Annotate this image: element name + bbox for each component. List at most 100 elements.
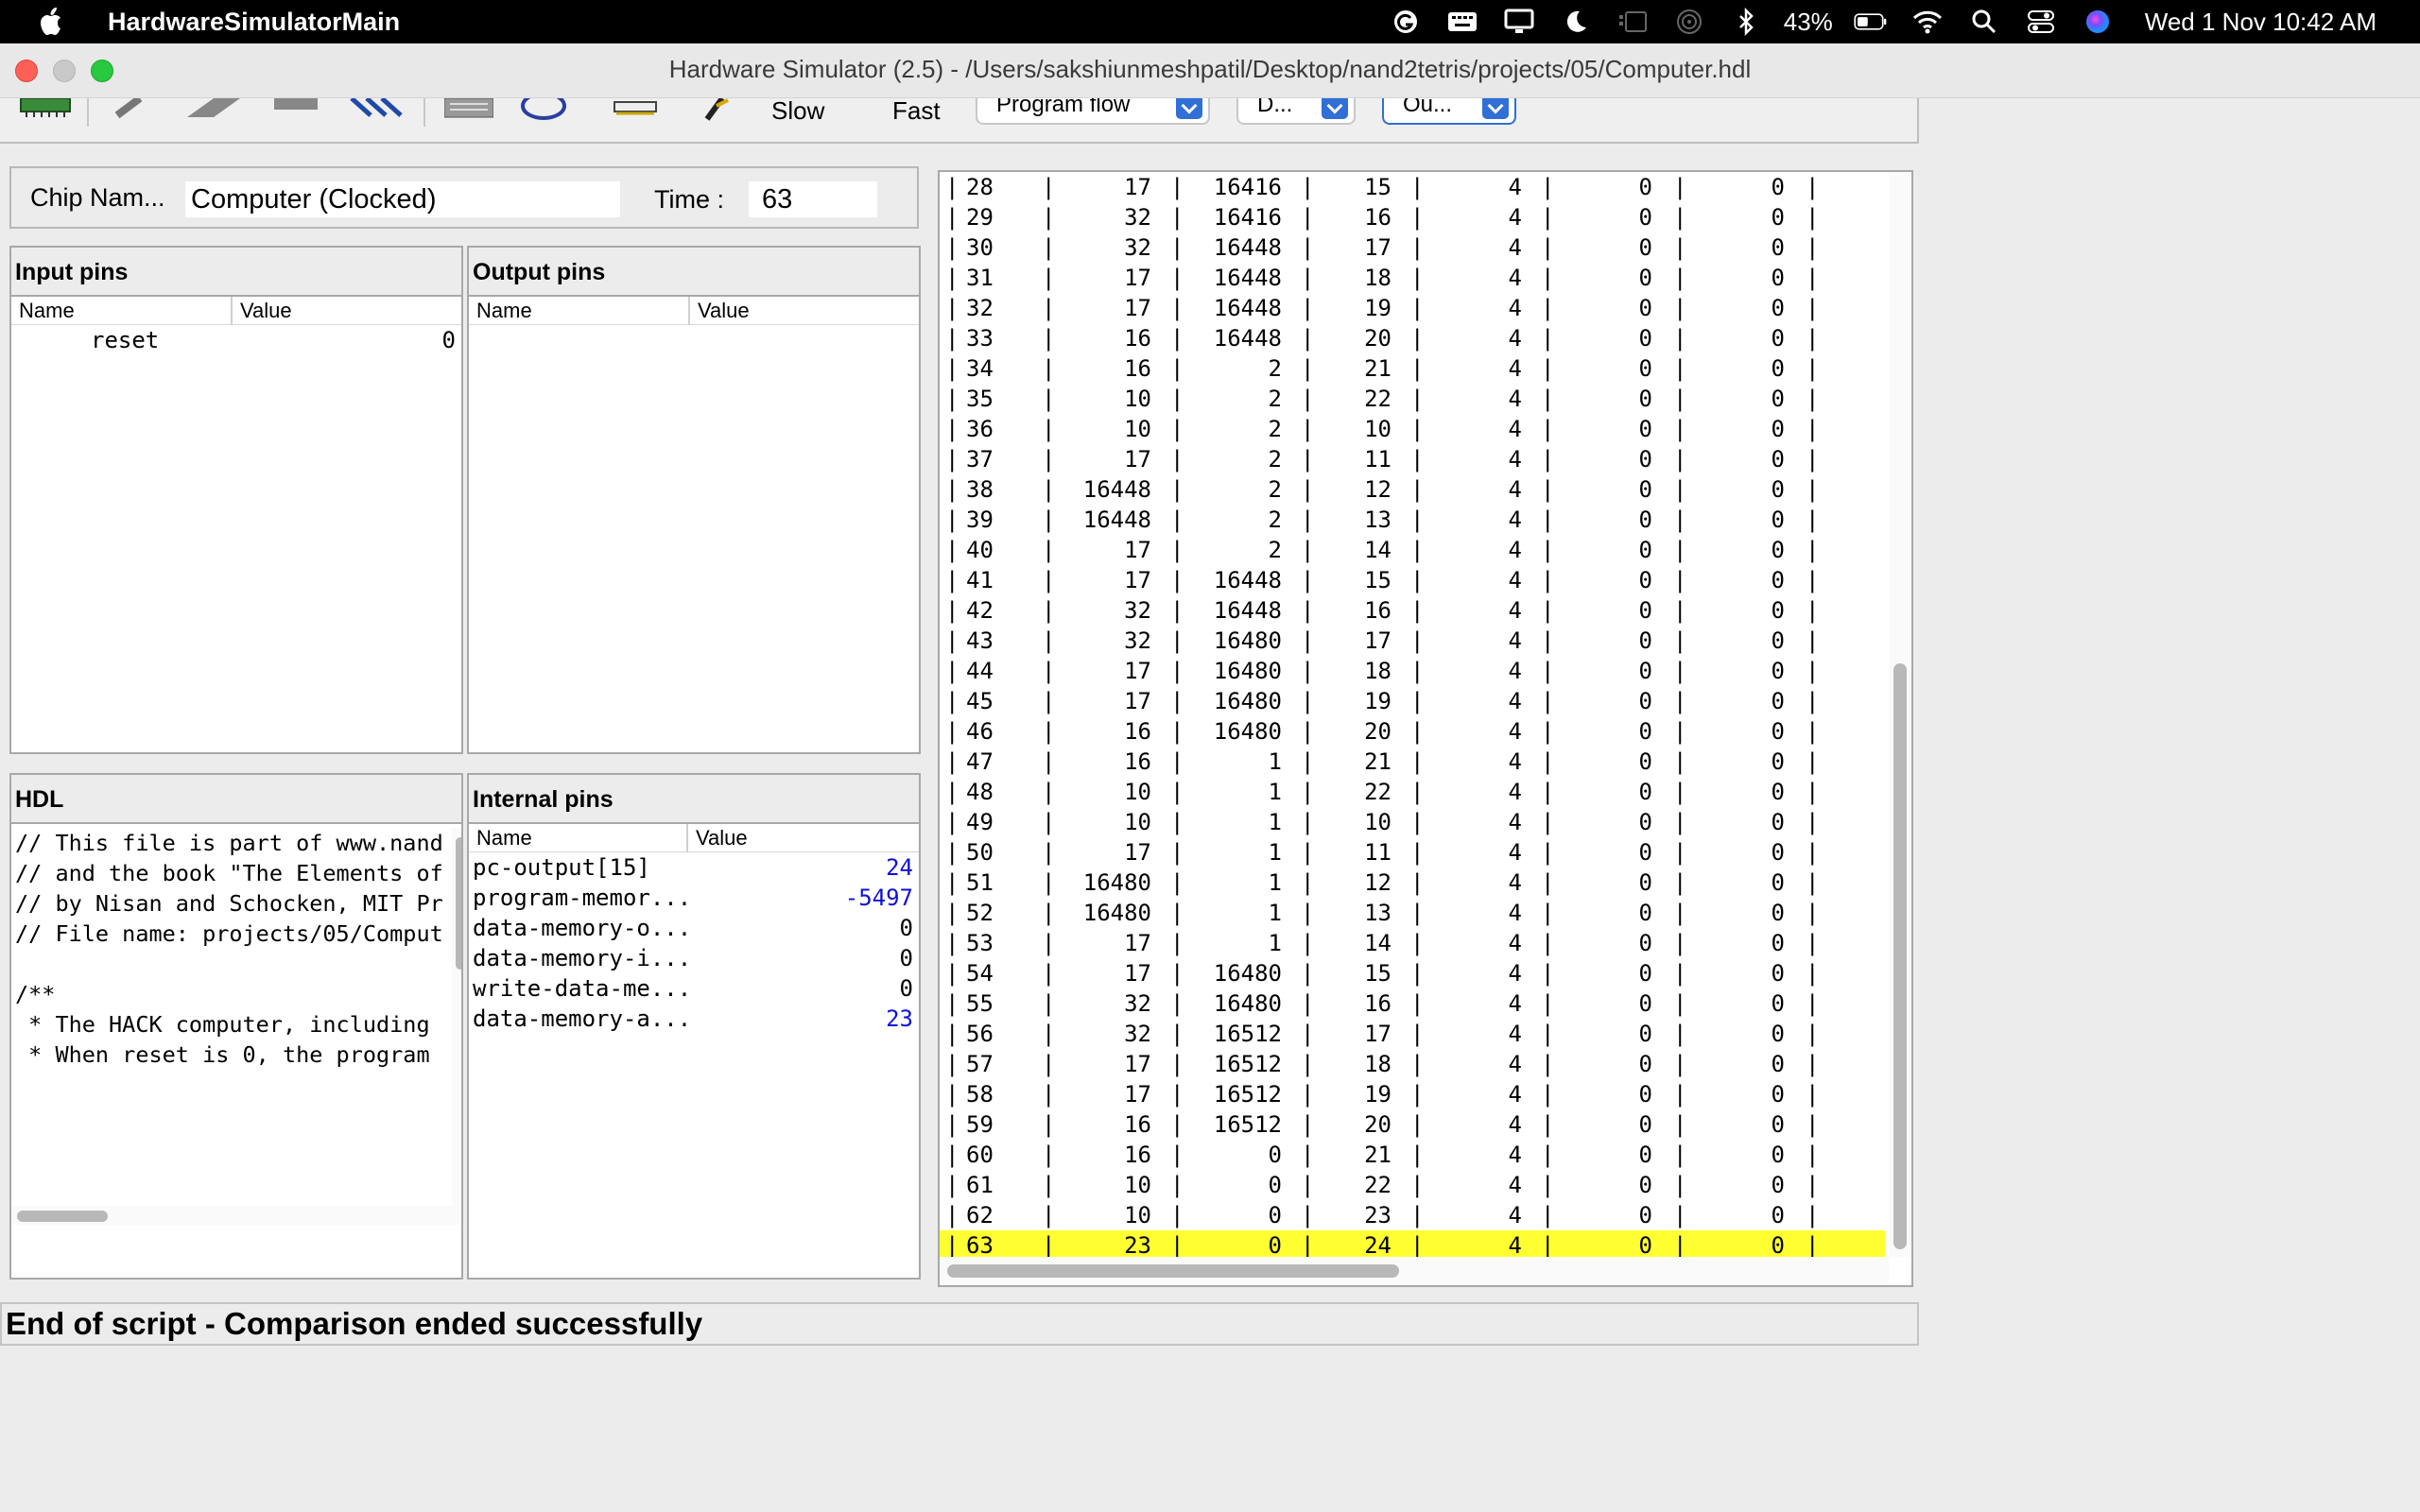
output-row[interactable]: | | | | | | | | 35 10 2 22 4 0 0 [940, 384, 1885, 414]
animation-select[interactable]: Program flow [976, 98, 1210, 125]
clock-icon[interactable] [611, 98, 660, 119]
display-icon[interactable] [1502, 8, 1536, 36]
format-select[interactable]: D... [1236, 98, 1356, 125]
internal-pin-row[interactable]: pc-output[15] 24 [469, 852, 919, 883]
instruction-cell: 16 [1124, 1142, 1151, 1168]
menubar-clock[interactable]: Wed 1 Nov 10:42 AM [2145, 8, 2377, 37]
output-row[interactable]: | | | | | | | | 42 32 16448 16 4 0 0 [940, 595, 1885, 626]
output-row[interactable]: | | | | | | | | 52 16480 1 13 4 0 0 [940, 898, 1885, 928]
internal-pin-row[interactable]: data-memory-o... 0 [469, 913, 919, 943]
internal-pins-title: Internal pins [469, 775, 919, 824]
write-m-cell: 0 [1771, 658, 1785, 684]
output-row[interactable]: | | | | | | | | 45 17 16480 19 4 0 0 [940, 686, 1885, 716]
output-row[interactable]: | | | | | | | | 59 16 16512 20 4 0 0 [940, 1109, 1885, 1140]
output-row[interactable]: | | | | | | | | 48 10 1 22 4 0 0 [940, 777, 1885, 807]
load-script-icon[interactable] [443, 98, 494, 119]
output-row[interactable]: | | | | | | | | 50 17 1 11 4 0 0 [940, 837, 1885, 868]
write-m-cell: 0 [1771, 265, 1785, 291]
eval-icon[interactable] [703, 98, 732, 121]
stage-manager-icon[interactable] [1616, 8, 1650, 36]
column-separator: | [1301, 1111, 1315, 1138]
output-row[interactable]: | | | | | | | | 47 16 1 21 4 0 0 [940, 747, 1885, 777]
output-row[interactable]: | | | | | | | | 49 10 1 10 4 0 0 [940, 807, 1885, 837]
output-row[interactable]: | | | | | | | | 36 10 2 10 4 0 0 [940, 414, 1885, 444]
spotlight-search-icon[interactable] [1967, 8, 2001, 36]
output-row[interactable]: | | | | | | | | 43 32 16480 17 4 0 0 [940, 626, 1885, 656]
internal-pin-row[interactable]: data-memory-a... 23 [469, 1004, 919, 1034]
output-row[interactable]: | | | | | | | | 55 32 16480 16 4 0 0 [940, 988, 1885, 1019]
column-separator: | [1806, 900, 1820, 926]
grammarly-icon[interactable] [1389, 8, 1423, 36]
hdl-horizontal-scrollbar[interactable] [11, 1206, 461, 1225]
column-separator: | [1541, 900, 1555, 926]
in-m-cell: 16448 [1213, 234, 1282, 261]
output-row[interactable]: | | | | | | | | 56 32 16512 17 4 0 0 [940, 1019, 1885, 1049]
out-m-cell: 0 [1638, 507, 1652, 533]
output-row[interactable]: | | | | | | | | 32 17 16448 19 4 0 0 [940, 293, 1885, 323]
output-row[interactable]: | | | | | | | | 39 16448 2 13 4 0 0 [940, 505, 1885, 535]
siri-icon[interactable] [2081, 8, 2115, 36]
internal-pin-row[interactable]: write-data-me... 0 [469, 973, 919, 1004]
apple-menu-icon[interactable] [38, 8, 66, 36]
column-separator: | [1410, 597, 1425, 624]
scroll-thumb[interactable] [456, 837, 461, 970]
pc-cell: 15 [1364, 567, 1392, 593]
output-row[interactable]: | | | | | | | | 54 17 16480 15 4 0 0 [940, 958, 1885, 988]
output-row[interactable]: | | | | | | | | 62 10 0 23 4 0 0 [940, 1200, 1885, 1230]
single-step-icon[interactable] [113, 98, 147, 119]
column-separator: | [1042, 1051, 1056, 1077]
output-row[interactable]: | | | | | | | | 31 17 16448 18 4 0 0 [940, 263, 1885, 293]
keyboard-icon[interactable] [1445, 8, 1479, 36]
scroll-thumb[interactable] [1893, 663, 1907, 1249]
rewind-icon[interactable] [348, 98, 405, 119]
internal-pin-row[interactable]: data-memory-i... 0 [469, 943, 919, 973]
wifi-icon[interactable] [1910, 8, 1945, 36]
output-row[interactable]: | | | | | | | | 60 16 0 21 4 0 0 [940, 1140, 1885, 1170]
output-horizontal-scrollbar[interactable] [940, 1257, 1889, 1285]
output-row[interactable]: | | | | | | | | 30 32 16448 17 4 0 0 [940, 232, 1885, 263]
output-row[interactable]: | | | | | | | | 28 17 16416 15 4 0 0 [940, 172, 1885, 202]
input-pin-row[interactable]: reset 0 [11, 325, 461, 355]
breakpoint-icon[interactable] [518, 98, 569, 120]
address-cell: 4 [1508, 174, 1522, 200]
time-cell: 35 [966, 386, 994, 412]
airdrop-icon[interactable] [1672, 8, 1706, 36]
pin-value[interactable]: 0 [442, 325, 456, 355]
output-row[interactable]: | | | | | | | | 29 32 16416 16 4 0 0 [940, 202, 1885, 232]
hdl-source-text[interactable]: // This file is part of www.nand // and t… [15, 828, 452, 1074]
load-chip-icon[interactable] [19, 98, 72, 119]
output-row[interactable]: | | | | | | | | 33 16 16448 20 4 0 0 [940, 323, 1885, 353]
instruction-cell: 10 [1124, 1172, 1151, 1198]
view-select[interactable]: Ou... [1382, 98, 1516, 125]
scroll-thumb[interactable] [947, 1264, 1399, 1278]
battery-icon[interactable] [1854, 8, 1888, 36]
output-row[interactable]: | | | | | | | | 61 10 0 22 4 0 0 [940, 1170, 1885, 1200]
output-row[interactable]: | | | | | | | | 57 17 16512 18 4 0 0 [940, 1049, 1885, 1079]
bluetooth-icon[interactable] [1729, 8, 1763, 36]
scroll-thumb[interactable] [17, 1211, 108, 1222]
stop-icon[interactable] [274, 98, 318, 119]
output-row[interactable]: | | | | | | | | 44 17 16480 18 4 0 0 [940, 656, 1885, 686]
hdl-vertical-scrollbar[interactable] [452, 828, 461, 1206]
app-name-menu[interactable]: HardwareSimulatorMain [108, 8, 400, 37]
chip-info-panel: Chip Nam... Computer (Clocked) Time : 63 [9, 166, 919, 229]
output-vertical-scrollbar[interactable] [1889, 172, 1911, 1257]
internal-pin-row[interactable]: program-memor... -5497 [469, 883, 919, 913]
focus-moon-icon[interactable] [1559, 8, 1593, 36]
column-separator: | [1042, 658, 1056, 684]
output-row[interactable]: | | | | | | | | 37 17 2 11 4 0 0 [940, 444, 1885, 474]
column-separator: | [1673, 809, 1687, 835]
output-row[interactable]: | | | | | | | | 53 17 1 14 4 0 0 [940, 928, 1885, 958]
output-row[interactable]: | | | | | | | | 58 17 16512 19 4 0 0 [940, 1079, 1885, 1109]
output-row[interactable]: | | | | | | | | 34 16 2 21 4 0 0 [940, 353, 1885, 384]
output-row[interactable]: | | | | | | | | 51 16480 1 12 4 0 0 [940, 868, 1885, 898]
control-center-icon[interactable] [2024, 8, 2058, 36]
column-separator: | [1541, 325, 1555, 352]
output-row[interactable]: | | | | | | | | 38 16448 2 12 4 0 0 [940, 474, 1885, 505]
output-row[interactable]: | | | | | | | | 41 17 16448 15 4 0 0 [940, 565, 1885, 595]
column-separator: | [1042, 809, 1056, 835]
output-row[interactable]: | | | | | | | | 46 16 16480 20 4 0 0 [940, 716, 1885, 747]
output-row[interactable]: | | | | | | | | 40 17 2 14 4 0 0 [940, 535, 1885, 565]
time-cell: 28 [966, 174, 994, 200]
ff-icon[interactable] [185, 98, 242, 119]
